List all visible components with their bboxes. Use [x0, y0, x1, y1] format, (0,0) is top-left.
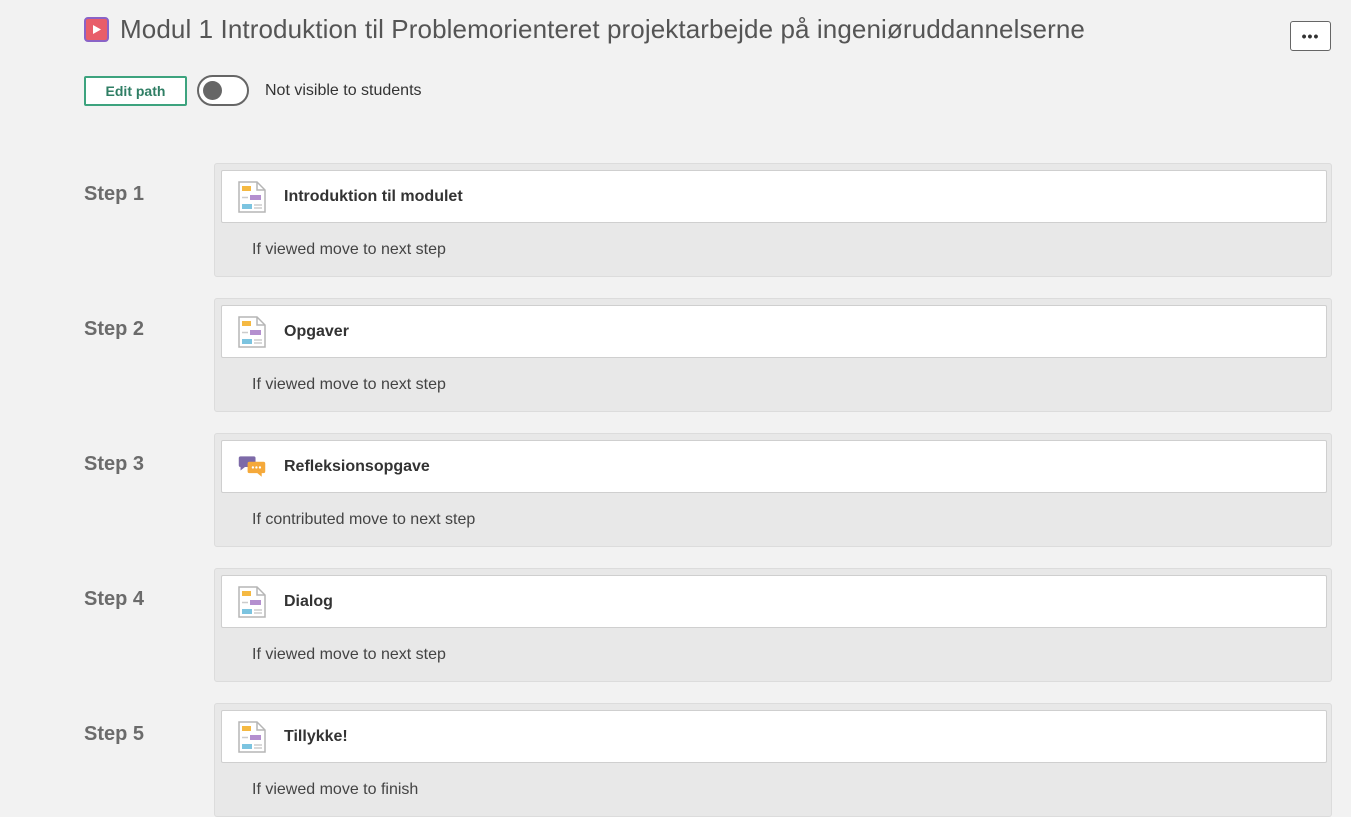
visibility-label: Not visible to students	[265, 81, 422, 99]
step-item-title[interactable]: Opgaver	[284, 323, 349, 341]
step-condition: If viewed move to finish	[252, 781, 419, 798]
step-container: Dialog If viewed move to next step	[214, 568, 1332, 682]
step-item-card[interactable]: Refleksionsopgave	[221, 440, 1327, 493]
step-container: Opgaver If viewed move to next step	[214, 298, 1332, 412]
step-container: Refleksionsopgave If contributed move to …	[214, 433, 1332, 547]
edit-path-button[interactable]: Edit path	[84, 75, 187, 106]
step-item-card[interactable]: Introduktion til modulet	[221, 170, 1327, 223]
step-condition: If viewed move to next step	[252, 376, 446, 393]
ellipsis-icon: •••	[1301, 28, 1320, 44]
discussion-icon	[237, 451, 267, 483]
page-title: Modul 1 Introduktion til Problemorienter…	[120, 14, 1085, 44]
more-options-button[interactable]: •••	[1290, 21, 1331, 51]
step-label: Step 5	[84, 723, 145, 745]
step-item-card[interactable]: Dialog	[221, 575, 1327, 628]
step-item-title[interactable]: Refleksionsopgave	[284, 458, 430, 476]
page-icon	[237, 315, 267, 348]
step-label: Step 1	[84, 183, 145, 205]
learning-path-icon	[84, 17, 109, 42]
page-icon	[237, 180, 267, 213]
step-label: Step 2	[84, 318, 145, 340]
step-container: Tillykke! If viewed move to finish	[214, 703, 1332, 817]
step-container: Introduktion til modulet If viewed move t…	[214, 163, 1332, 277]
step-condition: If viewed move to next step	[252, 241, 446, 258]
page-header: Modul 1 Introduktion til Problemorienter…	[84, 14, 1085, 45]
step-item-title[interactable]: Tillykke!	[284, 728, 348, 746]
step-item-title[interactable]: Introduktion til modulet	[284, 188, 463, 206]
step-item-title[interactable]: Dialog	[284, 593, 333, 611]
page-icon	[237, 585, 267, 618]
page-icon	[237, 720, 267, 753]
path-controls: Edit path Not visible to students	[84, 75, 422, 106]
step-item-card[interactable]: Opgaver	[221, 305, 1327, 358]
step-label: Step 3	[84, 453, 145, 475]
toggle-knob	[203, 81, 222, 100]
visibility-toggle[interactable]	[197, 75, 249, 106]
step-item-card[interactable]: Tillykke!	[221, 710, 1327, 763]
step-condition: If viewed move to next step	[252, 646, 446, 663]
step-condition: If contributed move to next step	[252, 511, 476, 528]
step-label: Step 4	[84, 588, 145, 610]
